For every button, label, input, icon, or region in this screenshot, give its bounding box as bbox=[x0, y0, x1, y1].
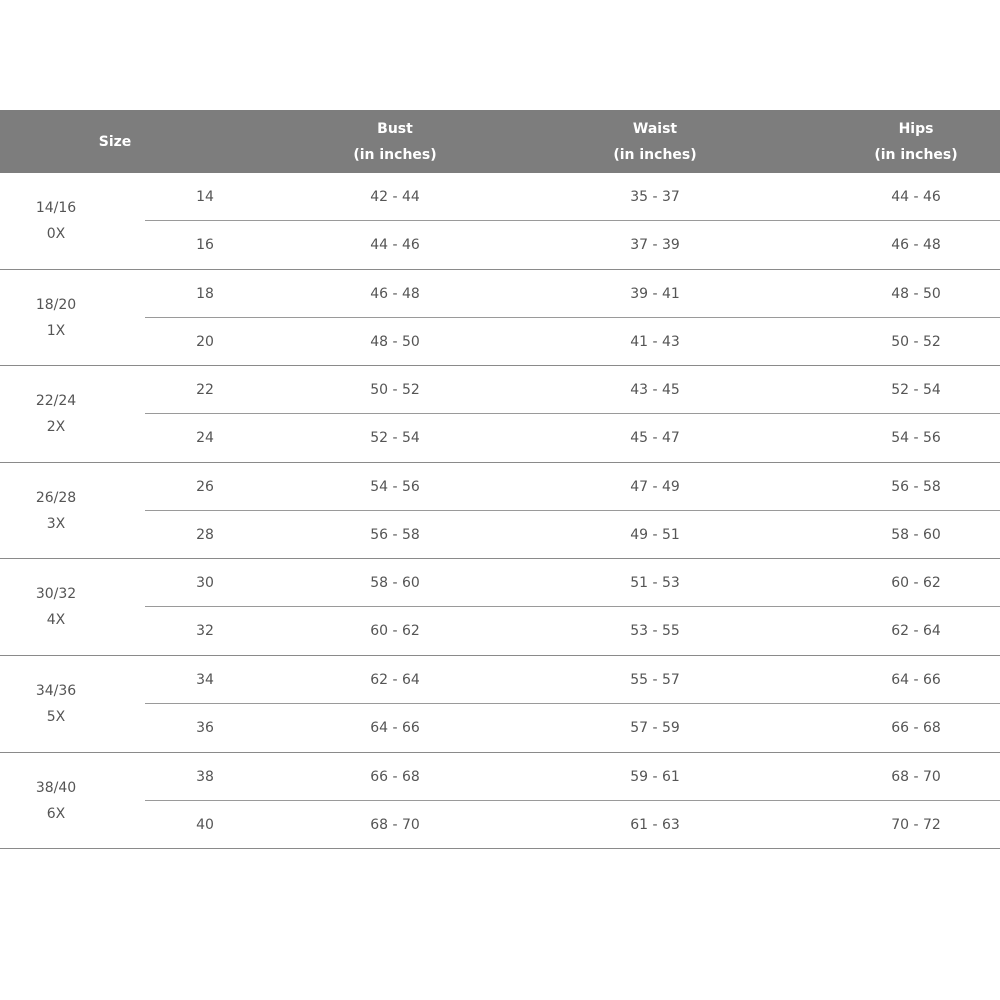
bust-cell: 58 - 60 bbox=[370, 575, 420, 592]
size-cell: 30 bbox=[196, 575, 214, 592]
hips-cell: 50 - 52 bbox=[891, 333, 941, 350]
header-waist-unit: (in inches) bbox=[613, 146, 697, 163]
bust-cell: 46 - 48 bbox=[370, 285, 420, 302]
size-cell: 20 bbox=[196, 333, 214, 350]
bust-cell: 50 - 52 bbox=[370, 382, 420, 399]
size-cell: 38 bbox=[196, 768, 214, 785]
table-row: 30 58 - 60 51 - 53 60 - 62 bbox=[0, 559, 1000, 608]
size-group: 26/28 3X 26 54 - 56 47 - 49 56 - 58 28 5… bbox=[0, 463, 1000, 560]
bust-cell: 54 - 56 bbox=[370, 478, 420, 495]
size-group: 22/24 2X 22 50 - 52 43 - 45 52 - 54 24 5… bbox=[0, 366, 1000, 463]
table-row: 34 62 - 64 55 - 57 64 - 66 bbox=[0, 656, 1000, 704]
waist-cell: 45 - 47 bbox=[630, 430, 680, 447]
header-size: Size bbox=[55, 110, 175, 173]
waist-cell: 39 - 41 bbox=[630, 285, 680, 302]
waist-cell: 49 - 51 bbox=[630, 526, 680, 543]
size-cell: 18 bbox=[196, 285, 214, 302]
header-waist: Waist (in inches) bbox=[595, 110, 715, 173]
table-row: 20 48 - 50 41 - 43 50 - 52 bbox=[0, 318, 1000, 366]
size-cell: 26 bbox=[196, 478, 214, 495]
hips-cell: 62 - 64 bbox=[891, 623, 941, 640]
header-hips: Hips (in inches) bbox=[856, 110, 976, 173]
hips-cell: 70 - 72 bbox=[891, 816, 941, 833]
bust-cell: 68 - 70 bbox=[370, 816, 420, 833]
bust-cell: 48 - 50 bbox=[370, 333, 420, 350]
table-row: 22 50 - 52 43 - 45 52 - 54 bbox=[0, 366, 1000, 415]
table-row: 18 46 - 48 39 - 41 48 - 50 bbox=[0, 270, 1000, 318]
size-cell: 14 bbox=[196, 189, 214, 205]
bust-cell: 62 - 64 bbox=[370, 671, 420, 688]
hips-cell: 64 - 66 bbox=[891, 671, 941, 688]
table-row: 36 64 - 66 57 - 59 66 - 68 bbox=[0, 704, 1000, 752]
size-group: 38/40 6X 38 66 - 68 59 - 61 68 - 70 40 6… bbox=[0, 753, 1000, 850]
table-row: 16 44 - 46 37 - 39 46 - 48 bbox=[0, 221, 1000, 269]
table-row: 38 66 - 68 59 - 61 68 - 70 bbox=[0, 753, 1000, 801]
header-waist-label: Waist bbox=[632, 120, 678, 137]
waist-cell: 61 - 63 bbox=[630, 816, 680, 833]
bust-cell: 52 - 54 bbox=[370, 430, 420, 447]
waist-cell: 53 - 55 bbox=[630, 623, 680, 640]
hips-cell: 46 - 48 bbox=[891, 237, 941, 253]
size-cell: 16 bbox=[196, 237, 214, 253]
table-row: 40 68 - 70 61 - 63 70 - 72 bbox=[0, 801, 1000, 849]
hips-cell: 56 - 58 bbox=[891, 478, 941, 495]
table-row: 28 56 - 58 49 - 51 58 - 60 bbox=[0, 511, 1000, 559]
waist-cell: 57 - 59 bbox=[630, 719, 680, 736]
bust-cell: 56 - 58 bbox=[370, 526, 420, 543]
waist-cell: 35 - 37 bbox=[630, 189, 680, 205]
hips-cell: 48 - 50 bbox=[891, 285, 941, 302]
bust-cell: 66 - 68 bbox=[370, 768, 420, 785]
waist-cell: 51 - 53 bbox=[630, 575, 680, 592]
header-size-label: Size bbox=[98, 133, 132, 150]
waist-cell: 59 - 61 bbox=[630, 768, 680, 785]
size-group: 14/16 0X 14 42 - 44 35 - 37 44 - 46 16 4… bbox=[0, 173, 1000, 270]
header-hips-label: Hips bbox=[898, 120, 934, 137]
waist-cell: 43 - 45 bbox=[630, 382, 680, 399]
bust-cell: 60 - 62 bbox=[370, 623, 420, 640]
hips-cell: 58 - 60 bbox=[891, 526, 941, 543]
header-bust-unit: (in inches) bbox=[353, 146, 437, 163]
size-cell: 36 bbox=[196, 719, 214, 736]
table-row: 14 42 - 44 35 - 37 44 - 46 bbox=[0, 173, 1000, 221]
table-row: 32 60 - 62 53 - 55 62 - 64 bbox=[0, 607, 1000, 655]
header-hips-unit: (in inches) bbox=[874, 146, 958, 163]
size-cell: 28 bbox=[196, 526, 214, 543]
bust-cell: 64 - 66 bbox=[370, 719, 420, 736]
size-cell: 40 bbox=[196, 816, 214, 833]
waist-cell: 37 - 39 bbox=[630, 237, 680, 253]
header-bust-label: Bust bbox=[377, 120, 413, 137]
size-group: 30/32 4X 30 58 - 60 51 - 53 60 - 62 32 6… bbox=[0, 559, 1000, 656]
size-cell: 22 bbox=[196, 382, 214, 399]
waist-cell: 47 - 49 bbox=[630, 478, 680, 495]
hips-cell: 54 - 56 bbox=[891, 430, 941, 447]
size-group: 18/20 1X 18 46 - 48 39 - 41 48 - 50 20 4… bbox=[0, 270, 1000, 367]
hips-cell: 60 - 62 bbox=[891, 575, 941, 592]
hips-cell: 44 - 46 bbox=[891, 189, 941, 205]
hips-cell: 68 - 70 bbox=[891, 768, 941, 785]
size-cell: 24 bbox=[196, 430, 214, 447]
size-chart-table: Size Bust (in inches) Waist (in inches) … bbox=[0, 110, 1000, 850]
table-row: 24 52 - 54 45 - 47 54 - 56 bbox=[0, 414, 1000, 462]
size-cell: 34 bbox=[196, 671, 214, 688]
size-group: 34/36 5X 34 62 - 64 55 - 57 64 - 66 36 6… bbox=[0, 656, 1000, 753]
header-bust: Bust (in inches) bbox=[335, 110, 455, 173]
bust-cell: 44 - 46 bbox=[370, 237, 420, 253]
table-row: 26 54 - 56 47 - 49 56 - 58 bbox=[0, 463, 1000, 511]
waist-cell: 41 - 43 bbox=[630, 333, 680, 350]
bust-cell: 42 - 44 bbox=[370, 189, 420, 205]
waist-cell: 55 - 57 bbox=[630, 671, 680, 688]
size-cell: 32 bbox=[196, 623, 214, 640]
hips-cell: 52 - 54 bbox=[891, 382, 941, 399]
hips-cell: 66 - 68 bbox=[891, 719, 941, 736]
table-header: Size Bust (in inches) Waist (in inches) … bbox=[0, 110, 1000, 173]
